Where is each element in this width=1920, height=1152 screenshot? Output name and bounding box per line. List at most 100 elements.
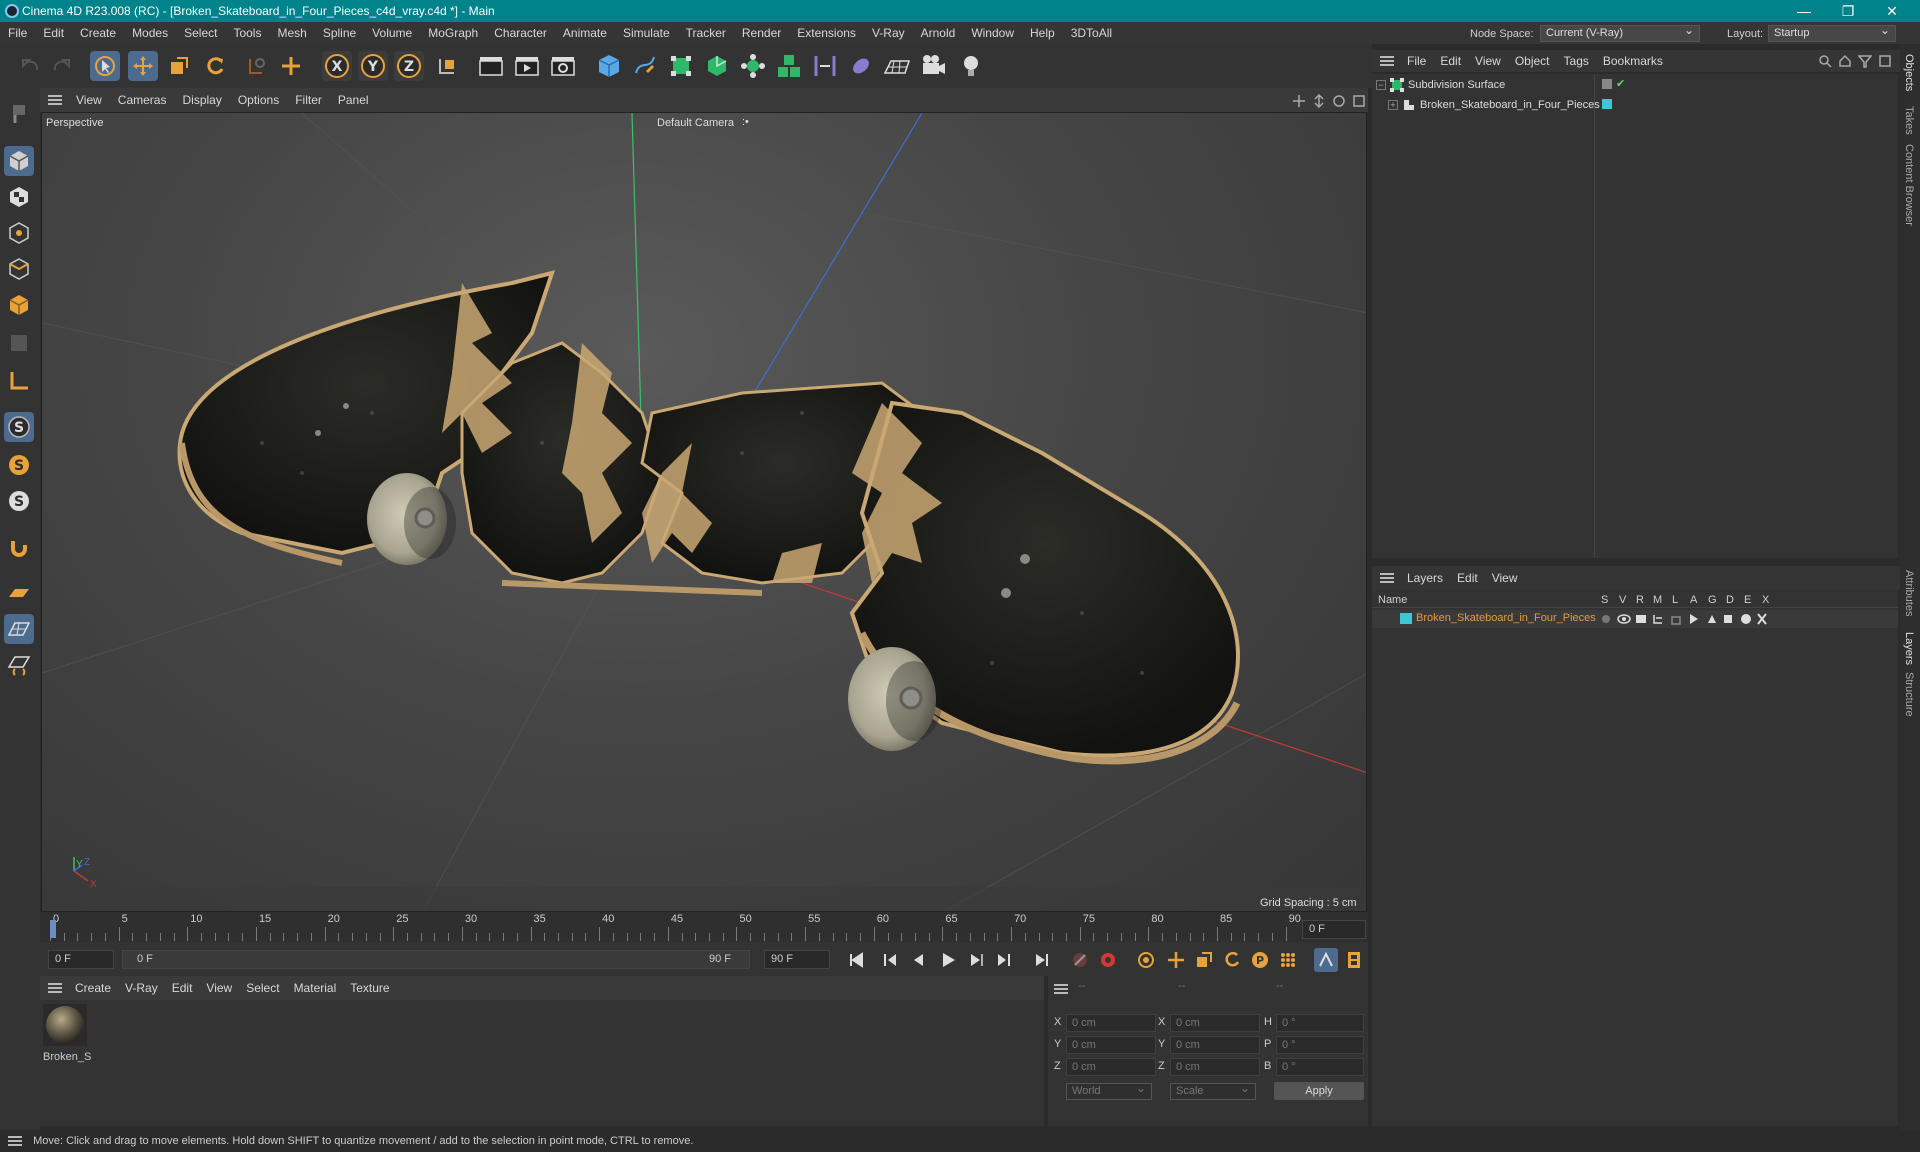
deformer-button[interactable] xyxy=(810,51,840,81)
record-disabled-button[interactable] xyxy=(1068,948,1092,972)
polygons-mode-button[interactable] xyxy=(4,290,34,320)
menu-mesh[interactable]: Mesh xyxy=(269,26,314,40)
layer-menu-view[interactable]: View xyxy=(1485,571,1525,585)
menu-help[interactable]: Help xyxy=(1022,26,1063,40)
magnet-tool-button[interactable] xyxy=(4,532,34,562)
menu-mograph[interactable]: MoGraph xyxy=(420,26,486,40)
keyframe-selection-button[interactable] xyxy=(1134,948,1158,972)
timeline-window-button[interactable] xyxy=(1342,948,1366,972)
undo-button[interactable] xyxy=(16,51,46,81)
end-frame-field[interactable]: 90 F xyxy=(764,950,830,969)
menu-file[interactable]: File xyxy=(0,26,35,40)
coords-hamburger-icon[interactable] xyxy=(1054,984,1068,994)
menu-animate[interactable]: Animate xyxy=(555,26,615,40)
menu-tools[interactable]: Tools xyxy=(225,26,269,40)
material-thumbnail[interactable]: Broken_S xyxy=(43,1004,91,1063)
menu-extensions[interactable]: Extensions xyxy=(789,26,864,40)
menu-edit[interactable]: Edit xyxy=(35,26,72,40)
light-button[interactable] xyxy=(956,51,986,81)
zoom-icon[interactable] xyxy=(1312,94,1326,108)
layer-color-swatch[interactable] xyxy=(1400,613,1412,624)
rotation-p-field[interactable]: 0 ° xyxy=(1276,1036,1364,1054)
layout-dropdown[interactable]: Startup xyxy=(1768,23,1896,42)
menu-render[interactable]: Render xyxy=(734,26,789,40)
position-y-field[interactable]: 0 cm xyxy=(1066,1036,1156,1054)
render-view-button[interactable] xyxy=(476,51,506,81)
layer-color-swatch[interactable] xyxy=(1602,99,1612,109)
maximize-view-icon[interactable] xyxy=(1352,94,1366,108)
material-menu-edit[interactable]: Edit xyxy=(165,981,200,995)
menu-select[interactable]: Select xyxy=(176,26,225,40)
key-rotation-button[interactable] xyxy=(1220,948,1244,972)
size-z-field[interactable]: 0 cm xyxy=(1170,1058,1260,1076)
status-hamburger-icon[interactable] xyxy=(8,1136,22,1147)
collapse-toggle-icon[interactable]: − xyxy=(1376,80,1386,90)
position-x-field[interactable]: 0 cm xyxy=(1066,1014,1156,1032)
rotate-tool-button[interactable] xyxy=(200,51,230,81)
key-scale-button[interactable] xyxy=(1192,948,1216,972)
start-frame-field[interactable]: 0 F xyxy=(48,950,114,969)
layer-menu-layers[interactable]: Layers xyxy=(1400,571,1450,585)
size-x-field[interactable]: 0 cm xyxy=(1170,1014,1260,1032)
viewport-menu-display[interactable]: Display xyxy=(174,93,229,107)
camera-button[interactable] xyxy=(918,51,948,81)
mograph-effector-button[interactable] xyxy=(774,51,804,81)
previous-key-button[interactable] xyxy=(878,948,902,972)
coordinate-system-button[interactable] xyxy=(432,51,462,81)
menu-arnold[interactable]: Arnold xyxy=(913,26,964,40)
viewport-hamburger-icon[interactable] xyxy=(48,95,62,105)
current-frame-field[interactable]: 0 F xyxy=(1302,920,1366,939)
render-settings-button[interactable] xyxy=(548,51,578,81)
position-z-field[interactable]: 0 cm xyxy=(1066,1058,1156,1076)
viewport-menu-filter[interactable]: Filter xyxy=(287,93,330,107)
playhead[interactable] xyxy=(50,920,56,938)
menu-create[interactable]: Create xyxy=(72,26,124,40)
object-row[interactable]: − Subdivision Surface ✔ xyxy=(1376,78,1896,96)
new-window-icon[interactable] xyxy=(1878,54,1892,68)
points-mode-button[interactable] xyxy=(4,218,34,248)
make-editable-button[interactable] xyxy=(4,98,34,128)
layer-toggle-icons[interactable] xyxy=(1600,612,1780,626)
edges-mode-button[interactable] xyxy=(4,254,34,284)
move-tool-button[interactable] xyxy=(128,51,158,81)
material-menu-material[interactable]: Material xyxy=(287,981,344,995)
layer-hamburger-icon[interactable] xyxy=(1380,573,1394,583)
tab-structure[interactable]: Structure xyxy=(1903,672,1915,717)
render-picture-viewer-button[interactable] xyxy=(512,51,542,81)
key-position-button[interactable] xyxy=(1164,948,1188,972)
pen-spline-button[interactable] xyxy=(630,51,660,81)
motion-system-button[interactable] xyxy=(1314,948,1338,972)
enabled-check-icon[interactable]: ✔ xyxy=(1616,77,1625,90)
maximize-button[interactable]: ❐ xyxy=(1826,0,1870,22)
scale-tool-button[interactable] xyxy=(164,51,194,81)
rotation-b-field[interactable]: 0 ° xyxy=(1276,1058,1364,1076)
floor-button[interactable] xyxy=(882,51,912,81)
menu-spline[interactable]: Spline xyxy=(315,26,364,40)
autokey-button[interactable] xyxy=(1096,948,1120,972)
play-button[interactable] xyxy=(936,948,960,972)
material-menu-texture[interactable]: Texture xyxy=(343,981,396,995)
tab-takes[interactable]: Takes xyxy=(1903,106,1915,135)
tab-objects[interactable]: Objects xyxy=(1903,54,1915,91)
next-key-button[interactable] xyxy=(992,948,1016,972)
workplane-snap-button[interactable]: S xyxy=(4,486,34,516)
material-menu-view[interactable]: View xyxy=(199,981,239,995)
menu-vray[interactable]: V-Ray xyxy=(864,26,913,40)
material-menu-vray[interactable]: V-Ray xyxy=(118,981,165,995)
coordinate-space-dropdown[interactable]: World xyxy=(1066,1081,1152,1100)
axis-mode-button[interactable] xyxy=(4,366,34,396)
object-menu-view[interactable]: View xyxy=(1468,54,1508,68)
viewport-menu-options[interactable]: Options xyxy=(230,93,287,107)
material-hamburger-icon[interactable] xyxy=(48,983,62,993)
grid-button[interactable] xyxy=(4,614,34,644)
locked-workplane-button[interactable] xyxy=(4,650,34,680)
object-menu-object[interactable]: Object xyxy=(1508,54,1557,68)
viewport-menu-panel[interactable]: Panel xyxy=(330,93,377,107)
workplane-button[interactable] xyxy=(4,578,34,608)
tab-content-browser[interactable]: Content Browser xyxy=(1903,144,1915,226)
texture-mode-button[interactable] xyxy=(4,182,34,212)
menu-character[interactable]: Character xyxy=(486,26,555,40)
recent-tool-button[interactable] xyxy=(240,51,270,81)
menu-3dtoall[interactable]: 3DToAll xyxy=(1063,26,1120,40)
object-hamburger-icon[interactable] xyxy=(1380,56,1394,66)
